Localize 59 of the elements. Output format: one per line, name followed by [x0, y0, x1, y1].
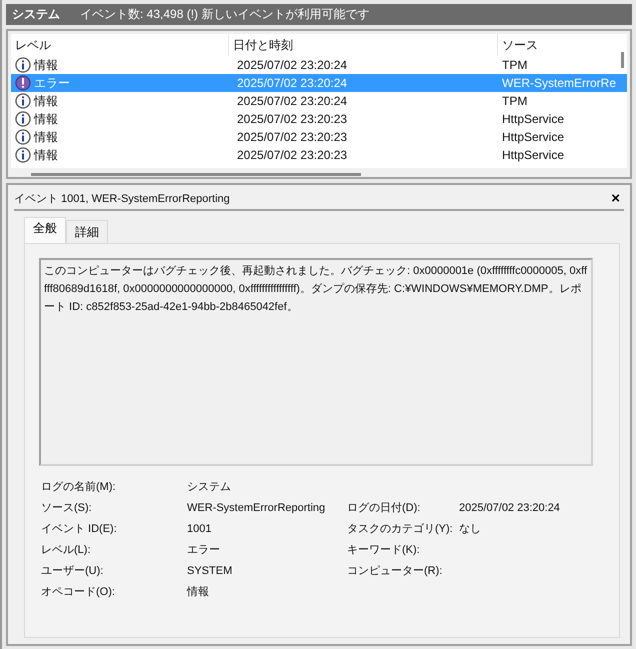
event-title: イベント 1001, WER-SystemErrorReporting — [14, 192, 230, 206]
tab[interactable]: 全般 — [24, 217, 66, 243]
property-label: イベント ID(E): — [41, 522, 118, 537]
date-cell-text: 2025/07/02 23:20:23 — [236, 147, 348, 164]
property-label: ログの名前(M): — [41, 480, 117, 495]
scrollbar[interactable] — [621, 52, 624, 68]
source-cell-text: HttpService — [501, 111, 564, 128]
date-cell-text: 2025/07/02 23:20:24 — [236, 75, 348, 92]
level-text: 情報 — [34, 128, 58, 146]
property-label: レベル(L): — [41, 543, 92, 558]
property-label: コンピューター(R): — [347, 564, 444, 579]
level-text: 情報 — [34, 146, 58, 164]
event-row[interactable]: 情報 2025/07/02 23:20:23 HttpService — [11, 110, 627, 128]
property-value: 1001 — [187, 522, 212, 537]
property-value: なし — [459, 522, 482, 537]
property-value: 2025/07/02 23:20:24 — [459, 501, 561, 516]
source-cell-text: TPM — [501, 57, 528, 74]
property-label: オペコード(O): — [41, 585, 116, 600]
source-cell-text: WER-SystemErrorRe — [501, 75, 616, 92]
level-text: エラー — [34, 74, 70, 92]
event-count: イベント数: 43,498 (!) 新しいイベントが利用可能です — [80, 6, 370, 23]
event-row[interactable]: 情報 2025/07/02 23:20:23 HttpService — [11, 146, 627, 164]
column-header[interactable]: レベル — [11, 34, 229, 56]
tab[interactable]: 詳細 — [66, 220, 108, 243]
log-title: システム — [12, 6, 60, 23]
date-cell-text: 2025/07/02 23:20:23 — [236, 111, 348, 128]
property-label: ユーザー(U): — [41, 564, 104, 579]
property-label: ソース(S): — [41, 501, 93, 516]
level-text: 情報 — [34, 56, 58, 74]
event-description: このコンピューターはバグチェック後、再起動されました。バグチェック: 0x0000001e (0xffffffffc0000005, 0xfffff80689d1618f, 0x0000000000000000, 0xffffffffffffffff)。ダンプの保存先: C:¥WINDOWS¥MEMORY.DMP。レポート ID: c852f853-25ad-42e1-94bb-2b8465042fef。 — [44, 264, 588, 315]
event-row[interactable]: 情報 2025/07/02 23:20:24 TPM — [11, 92, 627, 110]
scrollbar[interactable] — [31, 172, 361, 176]
level-text: 情報 — [34, 110, 58, 128]
property-value: 情報 — [187, 585, 210, 600]
date-cell-text: 2025/07/02 23:20:24 — [236, 57, 348, 74]
date-cell-text: 2025/07/02 23:20:23 — [236, 129, 348, 146]
info-icon — [15, 111, 31, 127]
level-text: 情報 — [34, 92, 58, 110]
property-label: タスクのカテゴリ(Y): — [347, 522, 454, 537]
source-cell-text: HttpService — [501, 129, 564, 146]
event-row[interactable]: 情報 2025/07/02 23:20:23 HttpService — [11, 128, 627, 146]
source-cell-text: HttpService — [501, 147, 564, 164]
source-cell-text: TPM — [501, 93, 528, 110]
info-icon — [15, 93, 31, 109]
property-value: WER-SystemErrorReporting — [187, 501, 326, 516]
property-value: システム — [187, 480, 232, 495]
property-label: ログの日付(D): — [347, 501, 422, 516]
date-cell-text: 2025/07/02 23:20:24 — [236, 93, 348, 110]
property-label: キーワード(K): — [347, 543, 421, 558]
error-icon — [15, 75, 31, 91]
event-row[interactable]: 情報 2025/07/02 23:20:24 TPM — [11, 56, 627, 74]
info-icon — [15, 129, 31, 145]
property-value: SYSTEM — [187, 564, 234, 579]
property-value: エラー — [187, 543, 221, 558]
column-header[interactable]: ソース — [498, 34, 627, 56]
info-icon — [15, 57, 31, 73]
info-icon — [15, 147, 31, 163]
close-button[interactable]: × — [607, 190, 624, 206]
column-header[interactable]: 日付と時刻 — [229, 34, 498, 56]
